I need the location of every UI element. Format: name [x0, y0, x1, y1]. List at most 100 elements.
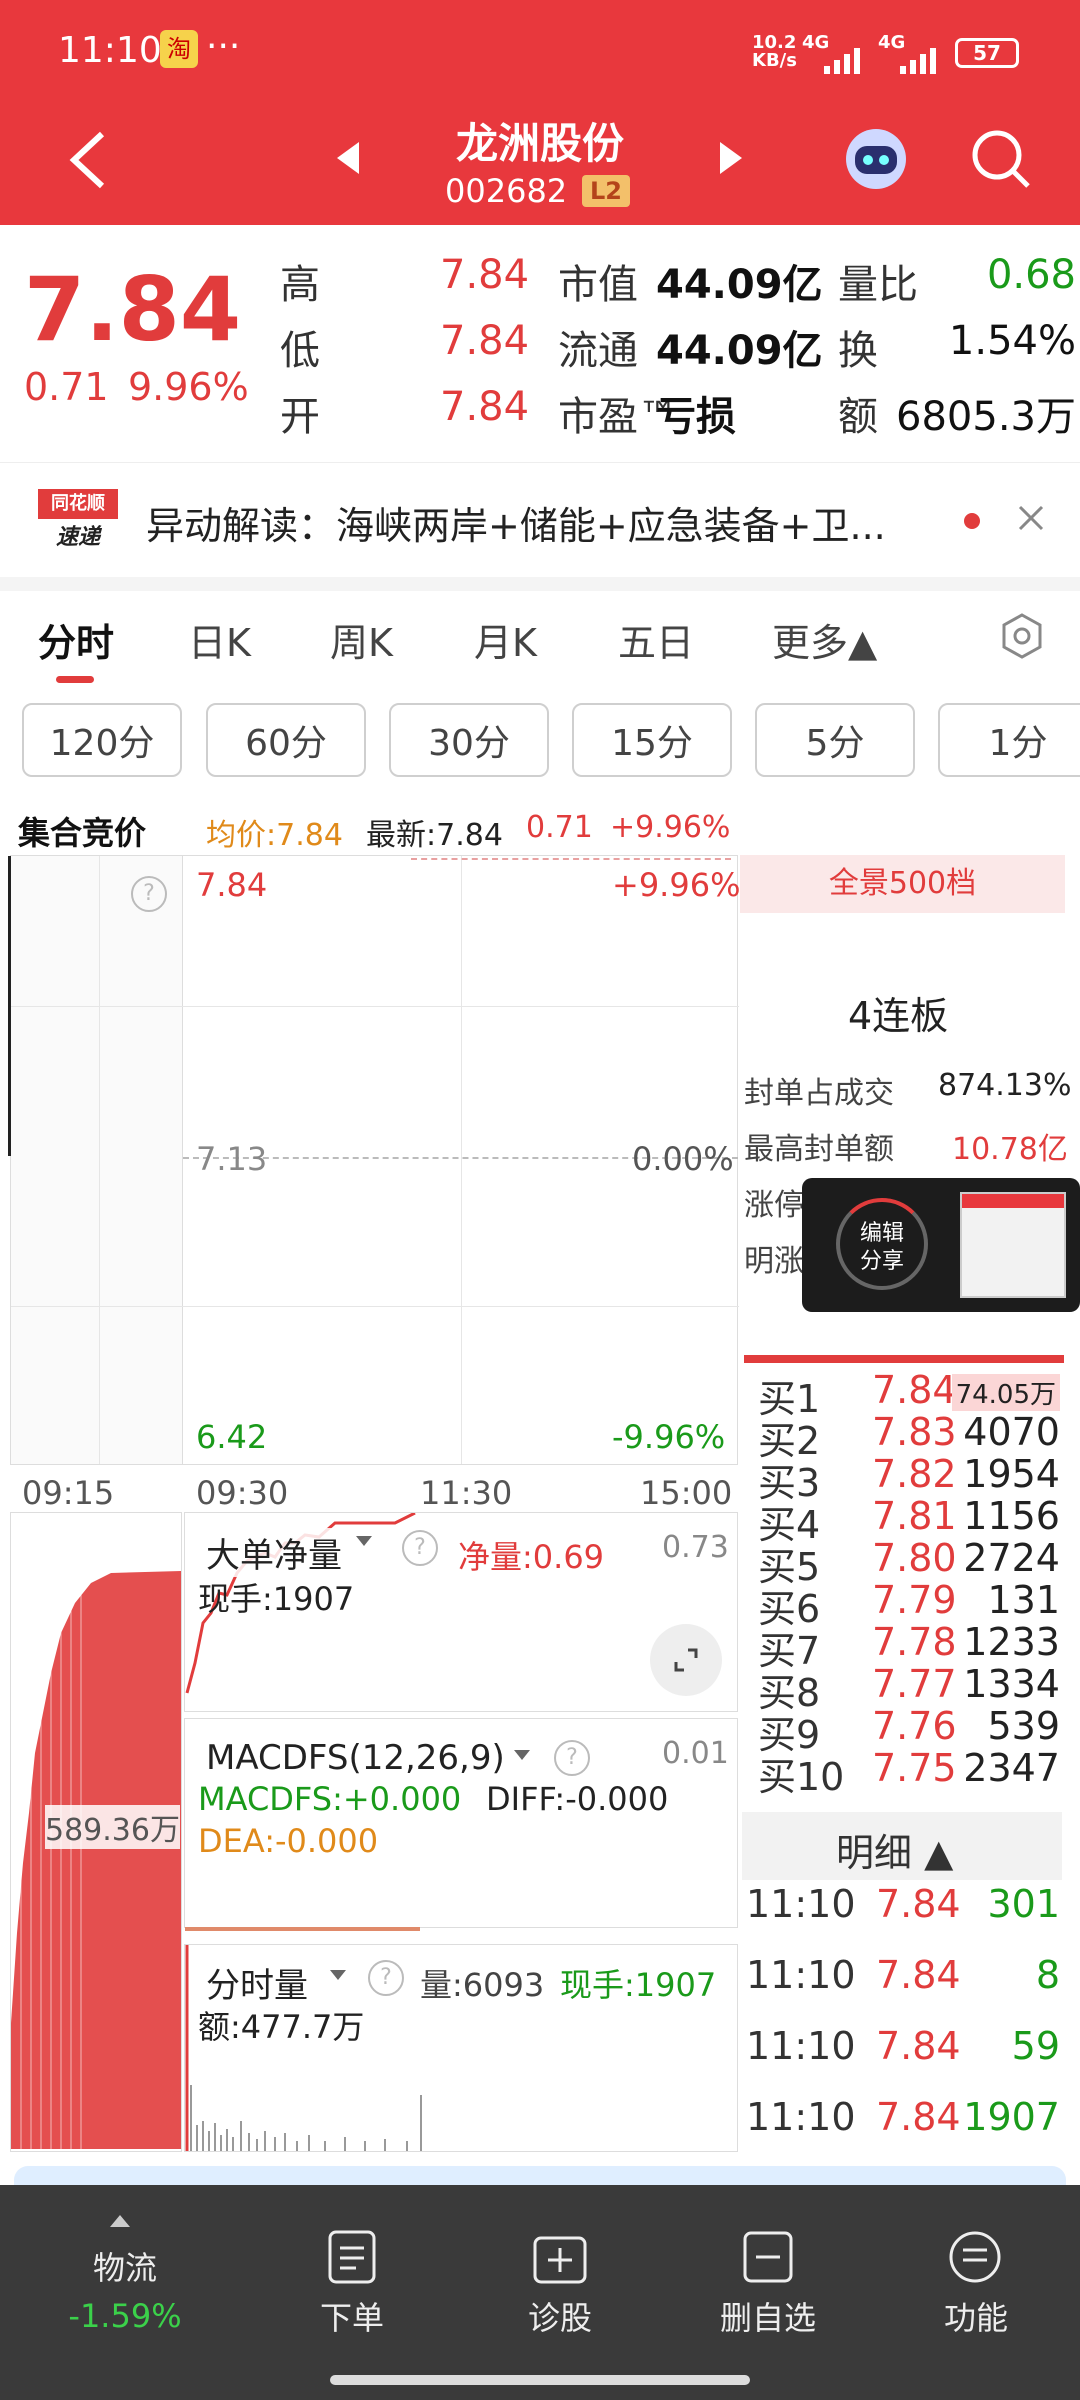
- period-30min[interactable]: 30分: [389, 703, 549, 777]
- close-icon[interactable]: [1016, 503, 1046, 537]
- quote-value2-0: 44.09亿: [656, 262, 823, 308]
- nav-bar: 龙洲股份 002682 L2: [0, 100, 1080, 225]
- dropdown-icon[interactable]: [356, 1536, 372, 1546]
- bid-volume: 2347: [963, 1746, 1060, 1790]
- panorama-500-button[interactable]: 全景500档: [740, 855, 1065, 913]
- price-change-pct: 9.96%: [128, 365, 249, 409]
- robot-assistant-icon[interactable]: [843, 126, 909, 196]
- order-button[interactable]: 下单: [272, 2293, 432, 2339]
- sector-name[interactable]: 物流: [50, 2243, 200, 2289]
- help-icon-volume[interactable]: ?: [368, 1960, 404, 1996]
- next-stock-icon[interactable]: [718, 140, 744, 180]
- tab-five-day[interactable]: 五日: [618, 612, 694, 667]
- macd-max: 0.01: [662, 1736, 729, 1771]
- help-icon-macd[interactable]: ?: [554, 1740, 590, 1776]
- bid-row[interactable]: 买1 7.84 74.05万: [742, 1368, 1064, 1421]
- period-120min[interactable]: 120分: [22, 703, 182, 777]
- bid-row[interactable]: 买4 7.81 1156: [742, 1494, 1064, 1547]
- help-icon[interactable]: ?: [131, 876, 167, 912]
- share-overlay[interactable]: 编辑 分享: [802, 1178, 1080, 1312]
- tab-week-k[interactable]: 周K: [330, 612, 393, 667]
- prev-stock-icon[interactable]: [335, 140, 361, 180]
- search-icon[interactable]: [970, 128, 1032, 194]
- bid-row[interactable]: 买10 7.75 2347: [742, 1746, 1064, 1799]
- quote-label3-0: 量比: [838, 262, 918, 308]
- quote-label-1: 低: [280, 328, 320, 374]
- bid-price: 7.75: [872, 1746, 957, 1790]
- diff-value: DIFF:-0.000: [486, 1780, 669, 1818]
- function-menu-icon: [948, 2230, 1002, 2288]
- bid-row[interactable]: 买2 7.83 4070: [742, 1410, 1064, 1463]
- tab-timeshare[interactable]: 分时: [38, 612, 114, 667]
- time-1500: 15:00: [640, 1474, 733, 1512]
- quote-label-2: 开: [280, 394, 320, 440]
- current-price: 7.84: [24, 258, 242, 361]
- fullscreen-icon[interactable]: [650, 1624, 722, 1696]
- bid-row[interactable]: 买5 7.80 2724: [742, 1536, 1064, 1589]
- trade-time: 11:10: [746, 2024, 856, 2068]
- period-15min[interactable]: 15分: [572, 703, 732, 777]
- time-1130: 11:30: [420, 1474, 513, 1512]
- back-icon[interactable]: [68, 130, 108, 194]
- trade-volume: 301: [987, 1882, 1060, 1926]
- volume-dropdown-icon[interactable]: [330, 1970, 346, 1980]
- tab-more[interactable]: 更多▲: [772, 612, 877, 667]
- chart-change: 0.71: [526, 810, 593, 845]
- net-volume: 净量:0.69: [458, 1538, 605, 1576]
- settings-icon[interactable]: [998, 612, 1046, 664]
- volume-title[interactable]: 分时量: [206, 1958, 308, 2007]
- max-seal-label: 最高封单额: [744, 1132, 894, 1167]
- bid-volume: 1334: [963, 1662, 1060, 1706]
- quote-value-0: 7.84: [440, 252, 530, 298]
- quote-label2-0: 市值: [558, 262, 638, 308]
- macd-title[interactable]: MACDFS(12,26,9): [206, 1738, 505, 1778]
- bid-price: 7.84: [872, 1368, 957, 1412]
- big-order-title[interactable]: 大单净量: [206, 1528, 342, 1577]
- diagnose-button[interactable]: 诊股: [480, 2293, 640, 2339]
- more-status-icon: ···: [206, 26, 241, 67]
- price-chart[interactable]: ?: [8, 855, 739, 1465]
- edit-share-button[interactable]: 编辑 分享: [836, 1198, 928, 1290]
- quote-value3-1: 1.54%: [948, 318, 1076, 364]
- function-button[interactable]: 功能: [896, 2293, 1056, 2339]
- net-volume-max: 0.73: [662, 1530, 729, 1565]
- trade-row: 11:10 7.84 301: [742, 1882, 1064, 1942]
- help-icon-big-order[interactable]: ?: [402, 1530, 438, 1566]
- bid-row[interactable]: 买9 7.76 539: [742, 1704, 1064, 1757]
- seal-ratio-label: 封单占成交: [744, 1076, 894, 1111]
- bid-volume: 74.05万: [951, 1374, 1060, 1411]
- auction-label[interactable]: 集合竞价: [18, 808, 146, 854]
- period-5min[interactable]: 5分: [755, 703, 915, 777]
- bid-row[interactable]: 买3 7.82 1954: [742, 1452, 1064, 1505]
- detail-header[interactable]: 明细 ▲: [742, 1812, 1062, 1880]
- tab-day-k[interactable]: 日K: [188, 612, 251, 667]
- expand-up-icon[interactable]: [110, 2215, 130, 2227]
- taobao-icon: 淘: [160, 30, 198, 68]
- stock-title: 龙洲股份: [455, 119, 624, 168]
- bid-row[interactable]: 买6 7.79 131: [742, 1578, 1064, 1631]
- now-hand: 现手:1907: [198, 1580, 355, 1618]
- quote-value-2: 7.84: [440, 384, 530, 430]
- network-speed: 10.2 KB/s: [752, 32, 797, 71]
- home-indicator[interactable]: [330, 2375, 750, 2385]
- battery-icon: 57: [955, 38, 1019, 68]
- y-mid-price: 7.13: [196, 1140, 268, 1178]
- bid-row[interactable]: 买7 7.78 1233: [742, 1620, 1064, 1673]
- avg-price: 均价:7.84: [206, 818, 343, 853]
- macd-dropdown-icon[interactable]: [514, 1750, 530, 1760]
- period-60min[interactable]: 60分: [206, 703, 366, 777]
- ths-logo: 同花顺 速递: [38, 489, 118, 553]
- trade-volume: 8: [1035, 1953, 1060, 1997]
- quote-value2-2: 亏损: [656, 394, 736, 440]
- trade-price: 7.84: [876, 1882, 961, 1926]
- max-seal-value: 10.78亿: [952, 1132, 1068, 1167]
- bid-row[interactable]: 买8 7.77 1334: [742, 1662, 1064, 1715]
- news-bar[interactable]: 同花顺 速递 异动解读：海峡两岸+储能+应急装备+卫...: [0, 462, 1080, 577]
- tab-month-k[interactable]: 月K: [474, 612, 537, 667]
- screenshot-thumbnail[interactable]: [960, 1192, 1066, 1298]
- remove-watchlist-button[interactable]: 删自选: [688, 2293, 848, 2339]
- period-1min[interactable]: 1分: [938, 703, 1080, 777]
- bid-level: 买10: [758, 1755, 845, 1799]
- y-top-price: 7.84: [196, 866, 268, 904]
- dea-value: DEA:-0.000: [198, 1822, 379, 1860]
